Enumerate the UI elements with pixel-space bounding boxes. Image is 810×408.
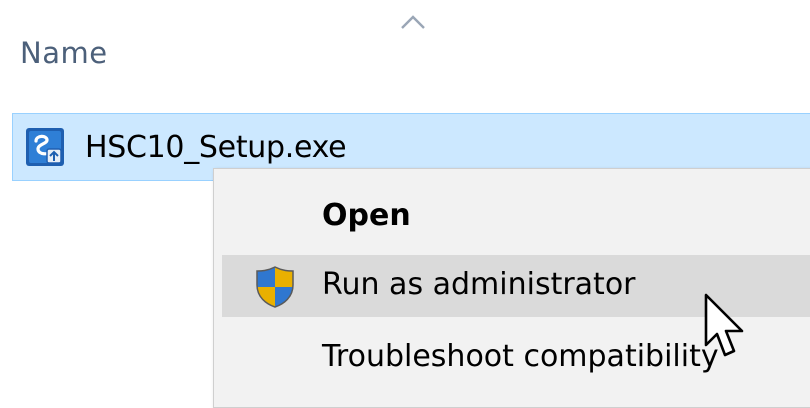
menu-item-label: Open — [322, 198, 411, 233]
uac-shield-icon — [256, 266, 294, 308]
context-menu: Open Run as administrator Troubleshoot c… — [213, 168, 810, 408]
name-column-header[interactable]: Name — [20, 36, 108, 70]
menu-item-open[interactable]: Open — [222, 186, 810, 248]
file-name-label[interactable]: HSC10_Setup.exe — [85, 130, 347, 165]
menu-item-label: Run as administrator — [322, 267, 636, 302]
menu-item-label: Troubleshoot compatibility — [322, 339, 719, 374]
sort-ascending-chevron-icon[interactable] — [398, 12, 428, 32]
installer-icon — [26, 128, 64, 166]
mouse-cursor-icon — [704, 293, 744, 357]
